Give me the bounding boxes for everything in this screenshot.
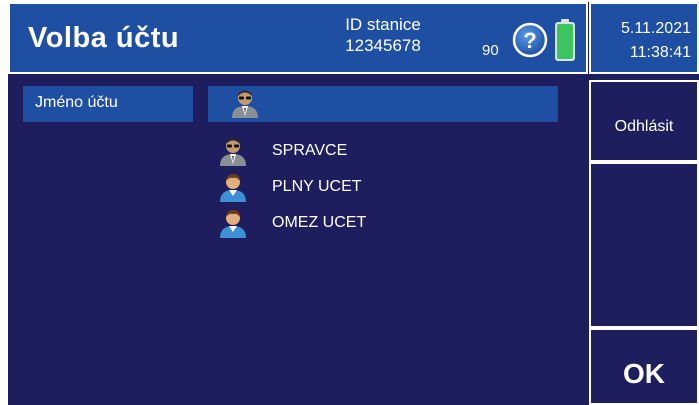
user-icon — [220, 210, 246, 238]
svg-text:?: ? — [523, 28, 536, 53]
question-circle-icon[interactable]: ? — [512, 22, 548, 58]
account-select[interactable] — [208, 86, 558, 122]
battery-level: 90 — [482, 42, 499, 59]
user-icon — [220, 174, 246, 202]
user-name: SPRAVCE — [272, 142, 348, 159]
user-secret-icon — [232, 90, 258, 118]
account-name-label: Jméno účtu — [23, 86, 193, 122]
station-id: 12345678 — [345, 36, 421, 55]
header-bar: Volba účtu ID stanice 12345678 90 ? — [8, 2, 588, 74]
current-time: 11:38:41 — [629, 44, 691, 61]
station-info: ID stanice 12345678 — [328, 14, 438, 56]
admin-user-icon — [220, 138, 246, 166]
battery-icon — [555, 19, 575, 61]
ok-button[interactable]: OK — [589, 328, 699, 405]
side-empty-button[interactable] — [589, 162, 699, 328]
datetime-panel: 5.11.2021 11:38:41 — [589, 2, 699, 74]
page-title: Volba účtu — [28, 22, 180, 54]
current-date: 5.11.2021 — [621, 20, 691, 37]
user-name: PLNY UCET — [272, 178, 362, 195]
user-name: OMEZ UCET — [272, 214, 367, 231]
logout-button[interactable]: Odhlásit — [589, 80, 699, 162]
station-label: ID stanice — [345, 15, 421, 34]
